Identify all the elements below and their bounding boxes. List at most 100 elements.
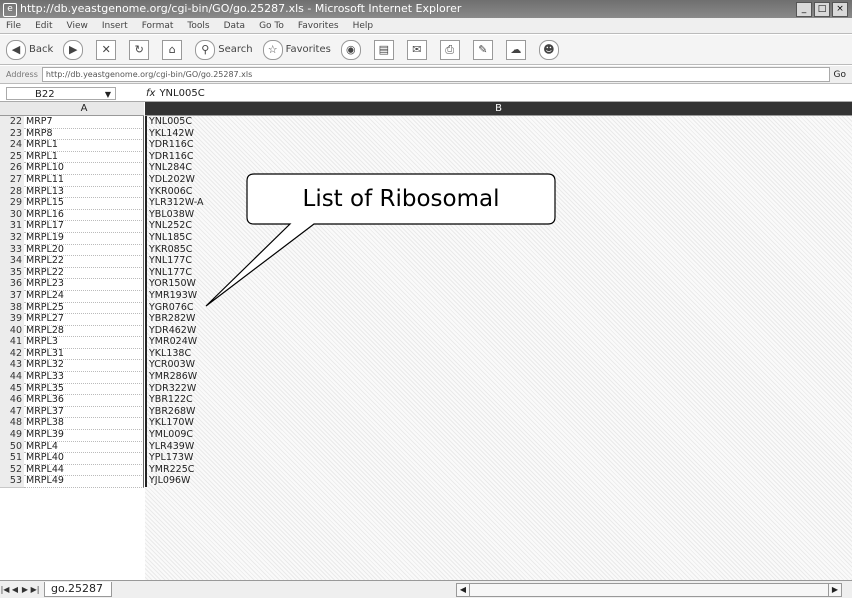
name-box[interactable]: B22 ▼ — [6, 86, 116, 101]
scroll-right-icon[interactable]: ▶ — [828, 584, 841, 596]
fx-label: fx — [146, 87, 156, 99]
cell-orf-id[interactable]: YPL173W — [145, 452, 235, 464]
maximize-button[interactable]: □ — [814, 2, 830, 17]
cell-orf-id[interactable]: YKR006C — [145, 185, 235, 198]
column-header-a[interactable]: A — [24, 102, 144, 116]
cell-orf-id[interactable]: YNL177C — [145, 266, 235, 279]
row-number[interactable]: 53 — [0, 475, 24, 488]
minimize-button[interactable]: _ — [796, 2, 812, 17]
cell-orf-id[interactable]: YKR085C — [145, 243, 235, 256]
horizontal-scrollbar[interactable]: ◀ ▶ — [456, 583, 842, 597]
back-arrow-icon: ◀ — [6, 39, 26, 60]
mail-button[interactable]: ✉ — [406, 39, 430, 60]
print-button[interactable]: ⎙ — [439, 39, 463, 60]
cell-orf-id[interactable]: YBL038W — [145, 208, 235, 221]
cell-orf-id[interactable]: YLR312W-A — [145, 197, 235, 209]
cell-orf-id[interactable]: YMR225C — [145, 463, 235, 476]
table-row: 47 MRPL37 YBR268W — [0, 405, 852, 419]
back-button[interactable]: ◀ Back — [6, 39, 53, 60]
cell-orf-id[interactable]: YKL142W — [145, 127, 235, 140]
menu-edit[interactable]: Edit — [35, 18, 52, 33]
menu-data[interactable]: Data — [224, 18, 246, 33]
menu-insert[interactable]: Insert — [102, 18, 128, 33]
cell-orf-id[interactable]: YJL096W — [145, 475, 235, 487]
cell-orf-id[interactable]: YGR076C — [145, 301, 235, 314]
menu-help[interactable]: Help — [353, 18, 374, 33]
sheet-tab-bar: |◀ ◀ ▶ ▶| go.25287 ◀ ▶ — [0, 580, 852, 598]
cell-orf-id[interactable]: YBR122C — [145, 394, 235, 406]
cell-orf-id[interactable]: YCR003W — [145, 359, 235, 372]
formula-input[interactable]: YNL005C — [159, 88, 204, 99]
column-header-b[interactable]: B — [145, 102, 852, 116]
scroll-left-icon[interactable]: ◀ — [457, 584, 470, 596]
table-row: 51 MRPL40 YPL173W — [0, 452, 852, 465]
address-input[interactable]: http://db.yeastgenome.org/cgi-bin/GO/go.… — [41, 67, 830, 82]
forward-button[interactable]: ▶ — [63, 39, 86, 60]
cell-orf-id[interactable]: YDR116C — [145, 139, 235, 151]
window-title: http://db.yeastgenome.org/cgi-bin/GO/go.… — [20, 2, 462, 15]
cell-orf-id[interactable]: YMR286W — [145, 371, 235, 383]
menu-goto[interactable]: Go To — [259, 18, 284, 33]
go-button[interactable]: Go — [834, 70, 846, 80]
address-label: Address — [6, 70, 38, 79]
edit-button[interactable]: ✎ — [472, 39, 496, 60]
cell-orf-id[interactable]: YDR462W — [145, 324, 235, 337]
formula-bar: B22 ▼ fx YNL005C — [0, 85, 852, 102]
sheet-tab[interactable]: go.25287 — [44, 582, 113, 597]
refresh-icon: ↻ — [129, 39, 150, 60]
favorites-label: Favorites — [285, 44, 331, 55]
cell-gene-name[interactable]: MRPL49 — [24, 475, 144, 488]
select-all-corner[interactable] — [0, 102, 24, 116]
menu-file[interactable]: File — [6, 18, 21, 33]
cell-orf-id[interactable]: YBR268W — [145, 405, 235, 418]
messenger-button[interactable]: ☻ — [538, 39, 562, 60]
discuss-button[interactable]: ☁ — [505, 39, 529, 60]
cell-orf-id[interactable]: YDR116C — [145, 150, 235, 163]
cell-orf-id[interactable]: YNL252C — [145, 220, 235, 232]
table-row: 49 MRPL39 YML009C — [0, 429, 852, 442]
cell-orf-id[interactable]: YNL284C — [145, 162, 235, 174]
cell-orf-id[interactable]: YOR150W — [145, 278, 235, 290]
close-button[interactable]: × — [832, 2, 848, 17]
media-button[interactable]: ◉ — [340, 39, 364, 60]
search-label: Search — [218, 44, 253, 55]
home-button[interactable]: ⌂ — [162, 39, 185, 60]
table-row: 24 MRPL1 YDR116C — [0, 139, 852, 152]
first-sheet-button[interactable]: |◀ — [0, 585, 10, 594]
history-button[interactable]: ▤ — [373, 39, 397, 60]
star-icon: ☆ — [262, 39, 283, 60]
cell-orf-id[interactable]: YNL005C — [145, 116, 235, 128]
last-sheet-button[interactable]: ▶| — [30, 585, 40, 594]
cell-orf-id[interactable]: YDL202W — [145, 173, 235, 186]
menu-view[interactable]: View — [67, 18, 88, 33]
table-row: 22 MRP7 YNL005C — [0, 116, 852, 129]
cell-orf-id[interactable]: YKL138C — [145, 347, 235, 360]
table-row: 45 MRPL35 YDR322W — [0, 382, 852, 396]
home-icon: ⌂ — [162, 39, 183, 60]
cell-orf-id[interactable]: YNL177C — [145, 255, 235, 267]
next-sheet-button[interactable]: ▶ — [20, 585, 30, 594]
address-bar: Address http://db.yeastgenome.org/cgi-bi… — [0, 66, 852, 84]
menu-favorites[interactable]: Favorites — [298, 18, 339, 33]
edit-icon: ✎ — [472, 39, 493, 60]
prev-sheet-button[interactable]: ◀ — [10, 585, 20, 594]
forward-arrow-icon: ▶ — [63, 39, 84, 60]
chevron-down-icon[interactable]: ▼ — [105, 88, 111, 101]
cell-orf-id[interactable]: YBR282W — [145, 313, 235, 325]
search-button[interactable]: ⚲ Search — [195, 39, 253, 60]
menu-format[interactable]: Format — [142, 18, 174, 33]
stop-icon: ✕ — [96, 39, 117, 60]
media-icon: ◉ — [340, 39, 361, 60]
cell-orf-id[interactable]: YML009C — [145, 429, 235, 441]
refresh-button[interactable]: ↻ — [129, 39, 152, 60]
favorites-button[interactable]: ☆ Favorites — [262, 39, 331, 60]
cell-orf-id[interactable]: YNL185C — [145, 231, 235, 244]
cell-orf-id[interactable]: YDR322W — [145, 382, 235, 395]
name-box-value: B22 — [35, 88, 55, 100]
stop-button[interactable]: ✕ — [96, 39, 119, 60]
cell-orf-id[interactable]: YMR024W — [145, 336, 235, 348]
table-row: 52 MRPL44 YMR225C — [0, 463, 852, 477]
cell-orf-id[interactable]: YLR439W — [145, 440, 235, 453]
cell-orf-id[interactable]: YKL170W — [145, 417, 235, 430]
menu-tools[interactable]: Tools — [187, 18, 209, 33]
